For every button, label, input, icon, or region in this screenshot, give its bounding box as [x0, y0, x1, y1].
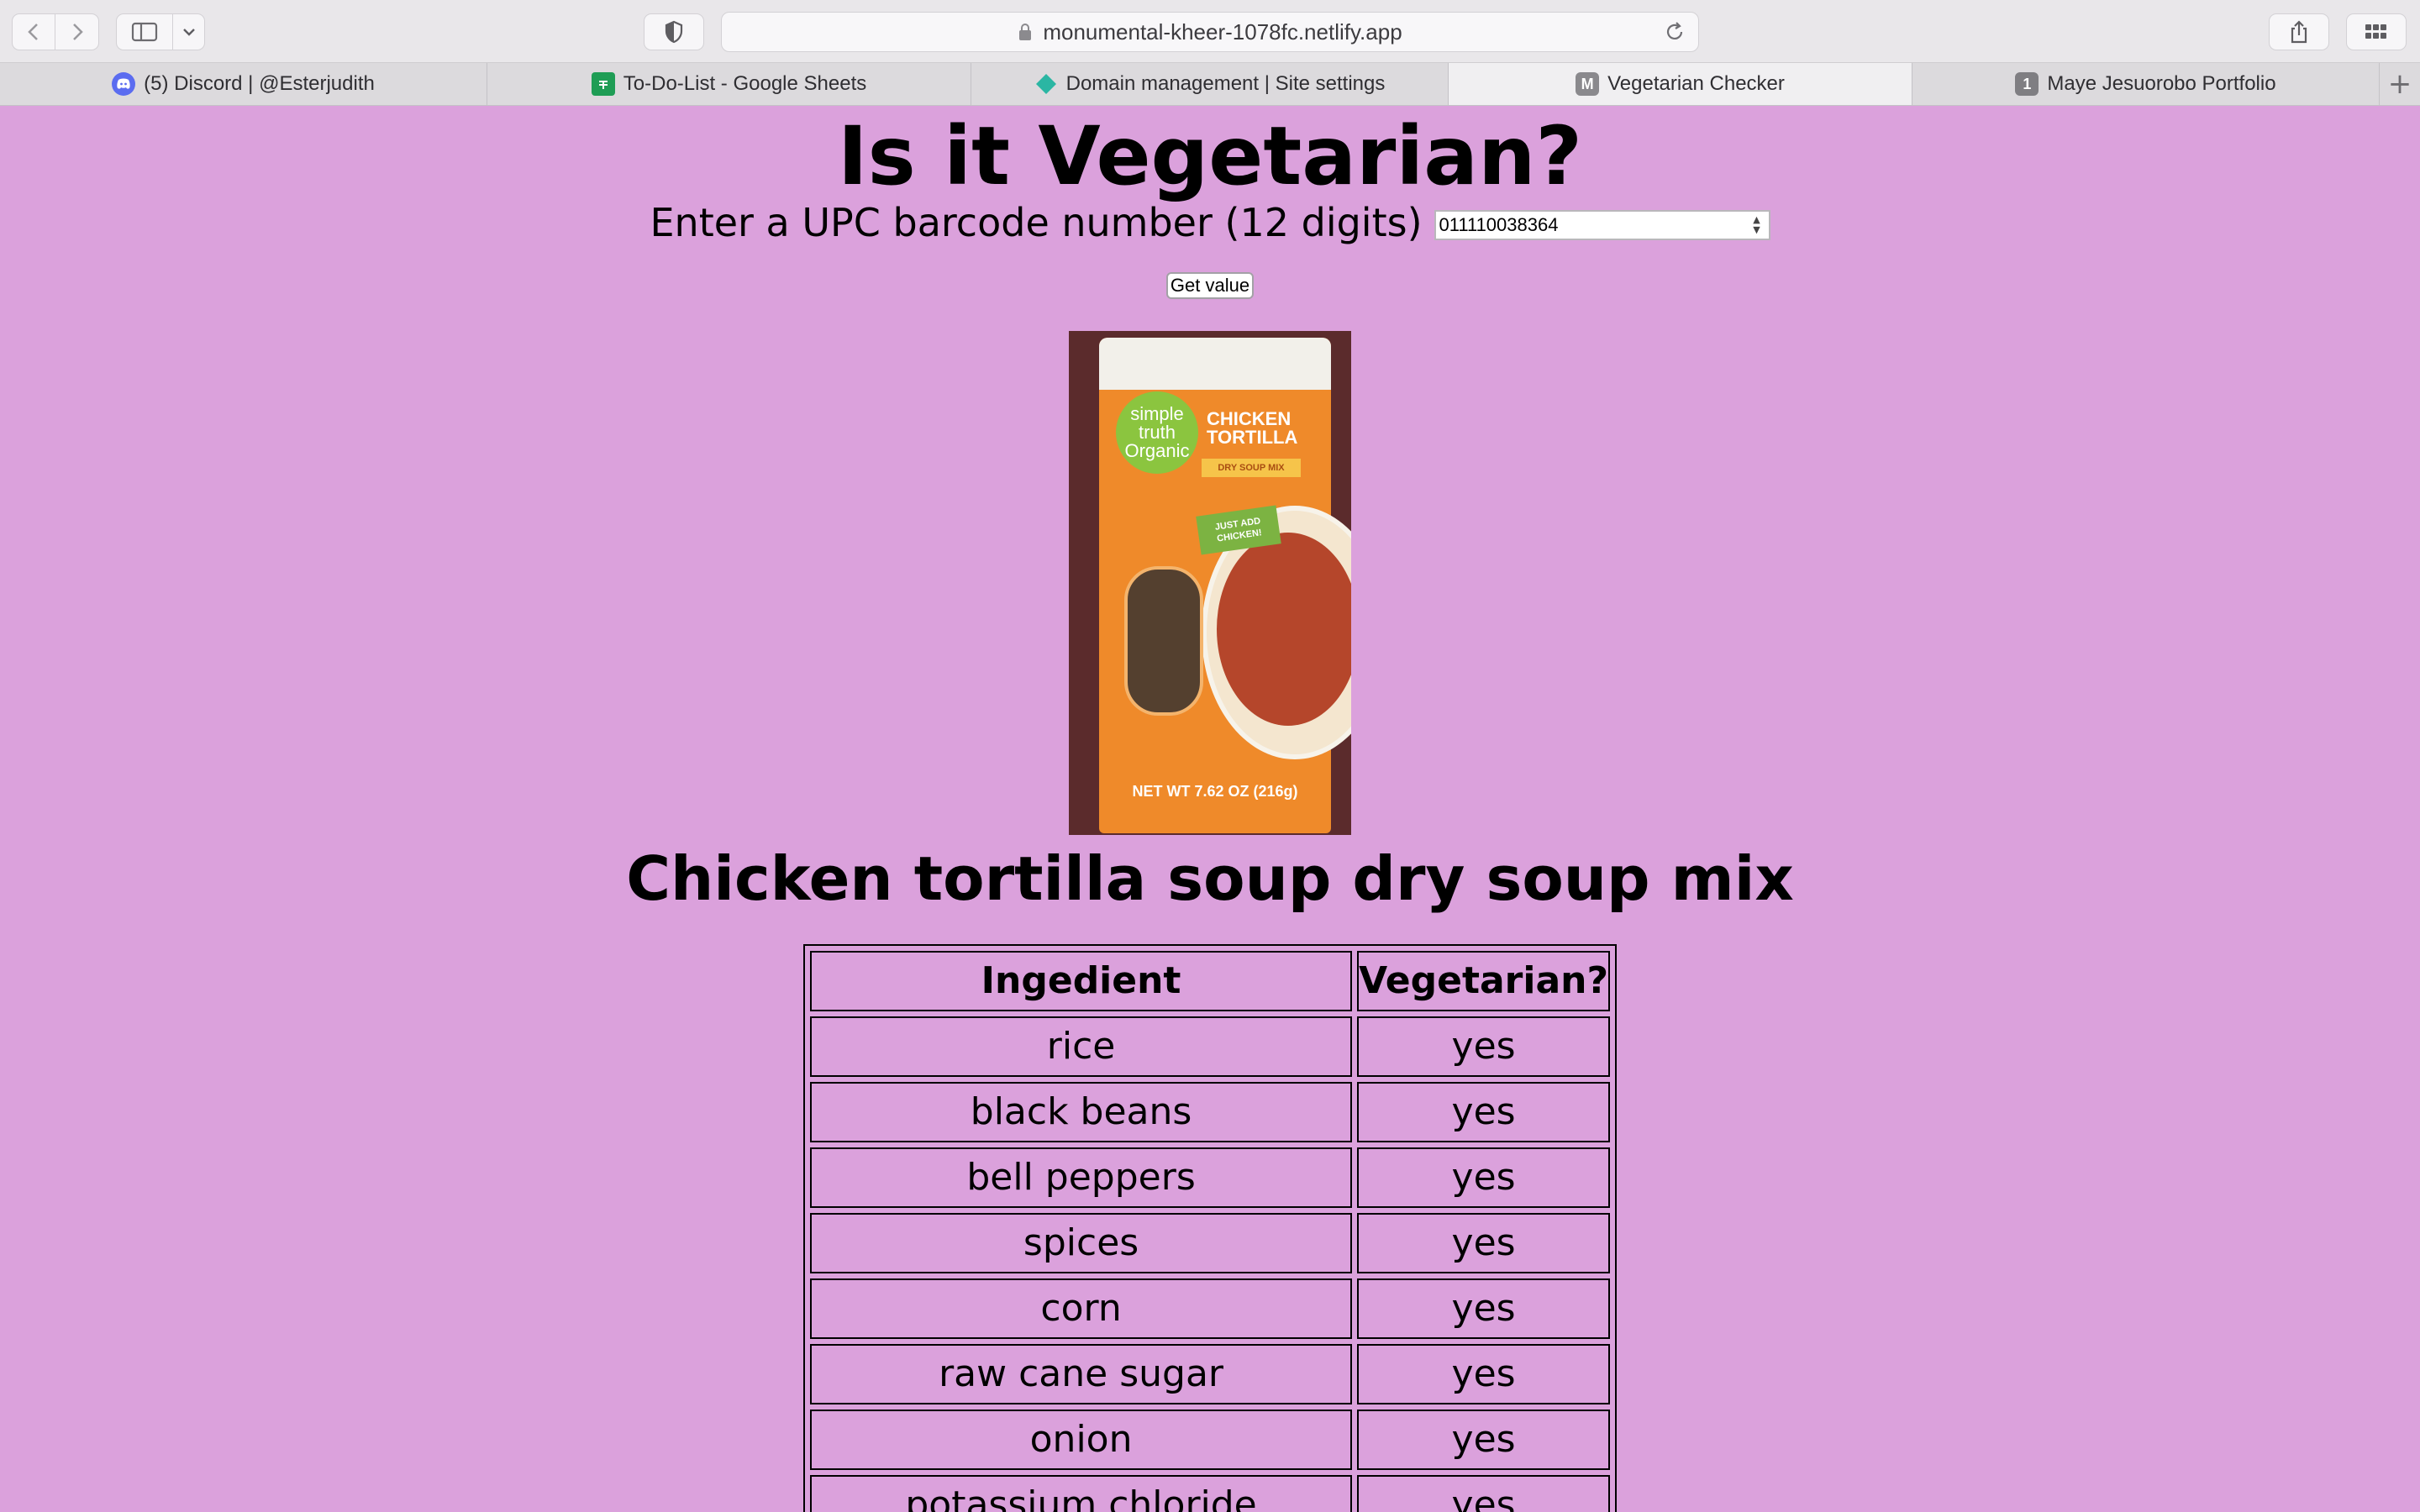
ingredient-cell: bell peppers — [810, 1147, 1353, 1208]
ingredient-cell: onion — [810, 1410, 1353, 1470]
sheets-icon — [591, 72, 615, 96]
shield-icon — [665, 20, 683, 44]
privacy-shield-button[interactable] — [644, 13, 704, 50]
vegetarian-cell: yes — [1357, 1475, 1610, 1512]
product-name: Chicken tortilla soup dry soup mix — [626, 843, 1794, 914]
tab-google-sheets[interactable]: To-Do-List - Google Sheets — [487, 63, 971, 105]
tab-label: Maye Jesuorobo Portfolio — [2047, 72, 2276, 95]
tab-domain-management[interactable]: Domain management | Site settings — [971, 63, 1449, 105]
reload-icon[interactable] — [1663, 20, 1686, 44]
upc-input-container: ▲ ▼ — [1434, 210, 1770, 240]
chevron-left-icon — [28, 24, 38, 40]
page-content: Is it Vegetarian? Enter a UPC barcode nu… — [0, 106, 2420, 1512]
table-row: onion yes — [810, 1410, 1610, 1470]
package-window — [1124, 566, 1203, 716]
package-title: CHICKEN TORTILLA — [1207, 408, 1298, 448]
table-row: spices yes — [810, 1213, 1610, 1273]
plus-icon: + — [2387, 67, 2412, 101]
get-value-button[interactable]: Get value — [1166, 272, 1254, 299]
upc-input[interactable] — [1435, 212, 1739, 239]
vegetarian-cell: yes — [1357, 1278, 1610, 1339]
vegetarian-cell: yes — [1357, 1082, 1610, 1142]
brand-logo: simple truth Organic — [1116, 391, 1198, 474]
vegetarian-cell: yes — [1357, 1344, 1610, 1404]
address-bar[interactable]: monumental-kheer-1078fc.netlify.app — [721, 12, 1699, 52]
grid-icon — [2365, 24, 2386, 39]
package-weight: NET WT 7.62 OZ (216g) — [1132, 783, 1298, 800]
ingredient-cell: spices — [810, 1213, 1353, 1273]
browser-toolbar: monumental-kheer-1078fc.netlify.app — [0, 0, 2420, 63]
lock-icon — [1019, 24, 1032, 40]
sidebar-icon — [131, 22, 158, 42]
tab-group-dropdown[interactable] — [173, 13, 205, 50]
tab-bar: (5) Discord | @Esterjudith To-Do-List - … — [0, 63, 2420, 106]
ingredients-table: Ingedient Vegetarian? rice yes black beans… — [803, 944, 1617, 1512]
table-row: bell peppers yes — [810, 1147, 1610, 1208]
number-stepper[interactable]: ▲ ▼ — [1750, 213, 1764, 237]
header-vegetarian: Vegetarian? — [1357, 951, 1610, 1011]
table-row: corn yes — [810, 1278, 1610, 1339]
forward-button[interactable] — [55, 13, 99, 50]
tab-label: Vegetarian Checker — [1607, 72, 1785, 95]
ingredient-cell: black beans — [810, 1082, 1353, 1142]
ingredient-cell: raw cane sugar — [810, 1344, 1353, 1404]
table-row: raw cane sugar yes — [810, 1344, 1610, 1404]
tab-label: To-Do-List - Google Sheets — [623, 72, 867, 95]
ingredient-cell: potassium chloride — [810, 1475, 1353, 1512]
package-badge: DRY SOUP MIX — [1202, 459, 1301, 477]
one-favicon: 1 — [2015, 72, 2039, 96]
header-ingredient: Ingedient — [810, 951, 1353, 1011]
share-icon — [2291, 20, 2307, 44]
stepper-down-icon[interactable]: ▼ — [1753, 225, 1760, 235]
tab-label: Domain management | Site settings — [1065, 72, 1386, 95]
ingredient-cell: corn — [810, 1278, 1353, 1339]
tab-label: (5) Discord | @Esterjudith — [144, 72, 375, 95]
vegetarian-cell: yes — [1357, 1213, 1610, 1273]
table-row: black beans yes — [810, 1082, 1610, 1142]
vegetarian-cell: yes — [1357, 1147, 1610, 1208]
new-tab-button[interactable]: + — [2380, 63, 2420, 105]
table-row: rice yes — [810, 1016, 1610, 1077]
back-button[interactable] — [12, 13, 55, 50]
discord-icon — [112, 72, 136, 96]
table-row: potassium chloride yes — [810, 1475, 1610, 1512]
url-text: monumental-kheer-1078fc.netlify.app — [1043, 18, 1402, 45]
vegetarian-cell: yes — [1357, 1016, 1610, 1077]
share-button[interactable] — [2269, 13, 2329, 50]
table-header-row: Ingedient Vegetarian? — [810, 951, 1610, 1011]
tab-discord[interactable]: (5) Discord | @Esterjudith — [0, 63, 487, 105]
soup-package: simple truth Organic CHICKEN TORTILLA DR… — [1099, 338, 1351, 833]
chevron-down-icon — [182, 29, 195, 36]
m-favicon: M — [1576, 72, 1600, 96]
upc-form-row: Enter a UPC barcode number (12 digits) ▲… — [0, 193, 2420, 252]
upc-label: Enter a UPC barcode number (12 digits) — [650, 200, 1423, 245]
product-image: simple truth Organic CHICKEN TORTILLA DR… — [1069, 331, 1351, 835]
tab-portfolio[interactable]: 1 Maye Jesuorobo Portfolio — [1912, 63, 2380, 105]
chevron-right-icon — [72, 24, 83, 40]
tab-overview-button[interactable] — [2346, 13, 2407, 50]
vegetarian-cell: yes — [1357, 1410, 1610, 1470]
ingredients-table-body: rice yes black beans yes bell peppers yes spic… — [810, 1016, 1610, 1512]
ingredient-cell: rice — [810, 1016, 1353, 1077]
tab-vegetarian-checker[interactable]: M Vegetarian Checker — [1449, 63, 1912, 105]
netlify-diamond-icon — [1034, 72, 1058, 96]
page-title: Is it Vegetarian? — [837, 109, 1583, 203]
sidebar-toggle-button[interactable] — [116, 13, 173, 50]
